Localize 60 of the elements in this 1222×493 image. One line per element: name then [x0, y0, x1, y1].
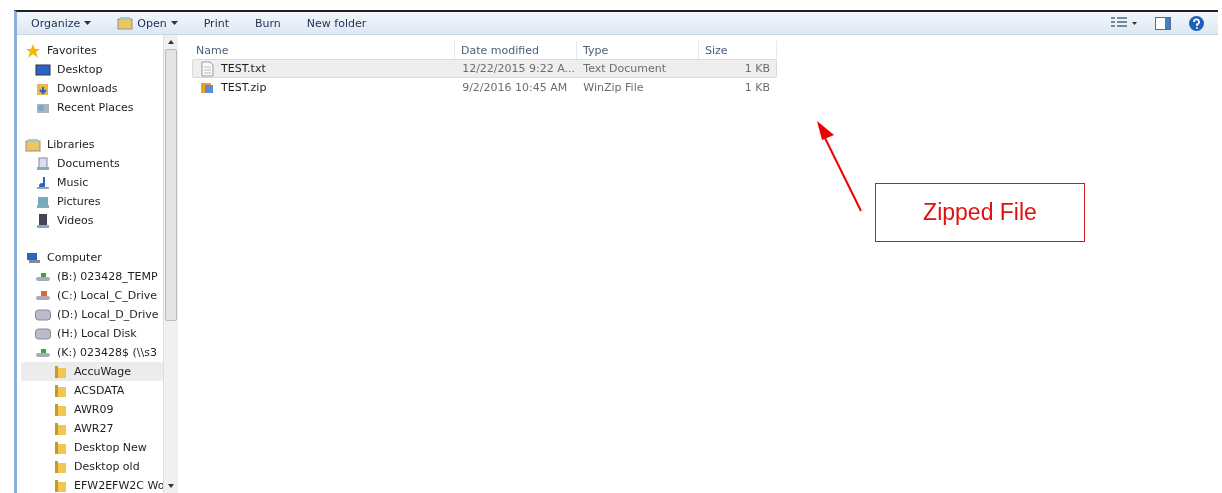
nav-item[interactable]: EFW2EFW2C Wo [21, 476, 163, 493]
nav-group[interactable]: Favorites [21, 41, 163, 60]
nav-icon [35, 174, 51, 191]
group-icon [25, 42, 41, 59]
size-cell-text: 1 KB [743, 81, 771, 94]
caret-icon [84, 21, 92, 25]
nav-group[interactable]: Computer [21, 248, 163, 267]
file-name: TEST.zip [221, 81, 267, 94]
nav-item[interactable]: Videos [21, 211, 163, 230]
toolbar-button[interactable]: Burn [247, 14, 289, 32]
folder-icon [52, 458, 68, 475]
open-icon [117, 15, 134, 31]
help-icon[interactable] [1189, 15, 1204, 31]
nav-item[interactable]: Music [21, 173, 163, 192]
preview-pane-icon[interactable] [1155, 16, 1171, 30]
nav-item[interactable]: Pictures [21, 192, 163, 211]
nav-item[interactable]: AWR27 [21, 419, 163, 438]
file-icon [199, 60, 215, 77]
toolbar-button[interactable]: New folder [298, 14, 375, 32]
date-cell-text: 12/22/2015 9:22 A... [461, 62, 577, 75]
folder-icon [52, 363, 68, 380]
folder-icon [52, 439, 68, 456]
caret-icon [170, 21, 178, 25]
folder-icon [52, 420, 68, 437]
nav-item[interactable]: (B:) 023428_TEMP [21, 267, 163, 286]
nav-item[interactable]: Downloads [21, 79, 163, 98]
folder-icon [52, 401, 68, 418]
nav-item[interactable]: AWR09 [21, 400, 163, 419]
nav-item[interactable]: AccuWage [21, 362, 163, 381]
nav-icon [35, 61, 51, 78]
file-row[interactable]: TEST.txt 12/22/2015 9:22 A... Text Document 1 KB [192, 59, 777, 78]
toolbar-button[interactable]: Organize [23, 14, 100, 32]
nav-group[interactable]: Libraries [21, 135, 163, 154]
nav-item[interactable]: ACSDATA [21, 381, 163, 400]
callout-label: Zipped File [875, 183, 1085, 242]
group-icon [25, 136, 41, 153]
nav-icon [35, 212, 51, 229]
nav-item[interactable]: Desktop New [21, 438, 163, 457]
nav-item[interactable]: Documents [21, 154, 163, 173]
folder-icon [52, 477, 68, 493]
toolbar-button[interactable]: Print [195, 14, 237, 32]
nav-item[interactable]: Recent Places [21, 98, 163, 117]
size-cell-text: 1 KB [743, 62, 771, 75]
view-options-icon[interactable] [1111, 17, 1137, 29]
file-name: TEST.txt [221, 62, 266, 75]
type-cell-text: Text Document [582, 62, 668, 75]
folder-icon [52, 382, 68, 399]
nav-item[interactable]: (C:) Local_C_Drive [21, 286, 163, 305]
drive-icon [35, 325, 51, 342]
file-row[interactable]: TEST.zip 9/2/2016 10:45 AM WinZip File 1 KB [192, 78, 777, 97]
toolbar-button[interactable]: Open [109, 13, 186, 33]
nav-item[interactable]: (K:) 023428$ (\\s3 [21, 343, 163, 362]
nav-item[interactable]: (H:) Local Disk [21, 324, 163, 343]
date-cell-text: 9/2/2016 10:45 AM [461, 81, 569, 94]
nav-item[interactable]: (D:) Local_D_Drive [21, 305, 163, 324]
nav-item[interactable]: Desktop [21, 60, 163, 79]
nav-item[interactable]: Desktop old [21, 457, 163, 476]
type-cell-text: WinZip File [582, 81, 645, 94]
nav-icon [35, 155, 51, 172]
drive-icon [35, 306, 51, 323]
